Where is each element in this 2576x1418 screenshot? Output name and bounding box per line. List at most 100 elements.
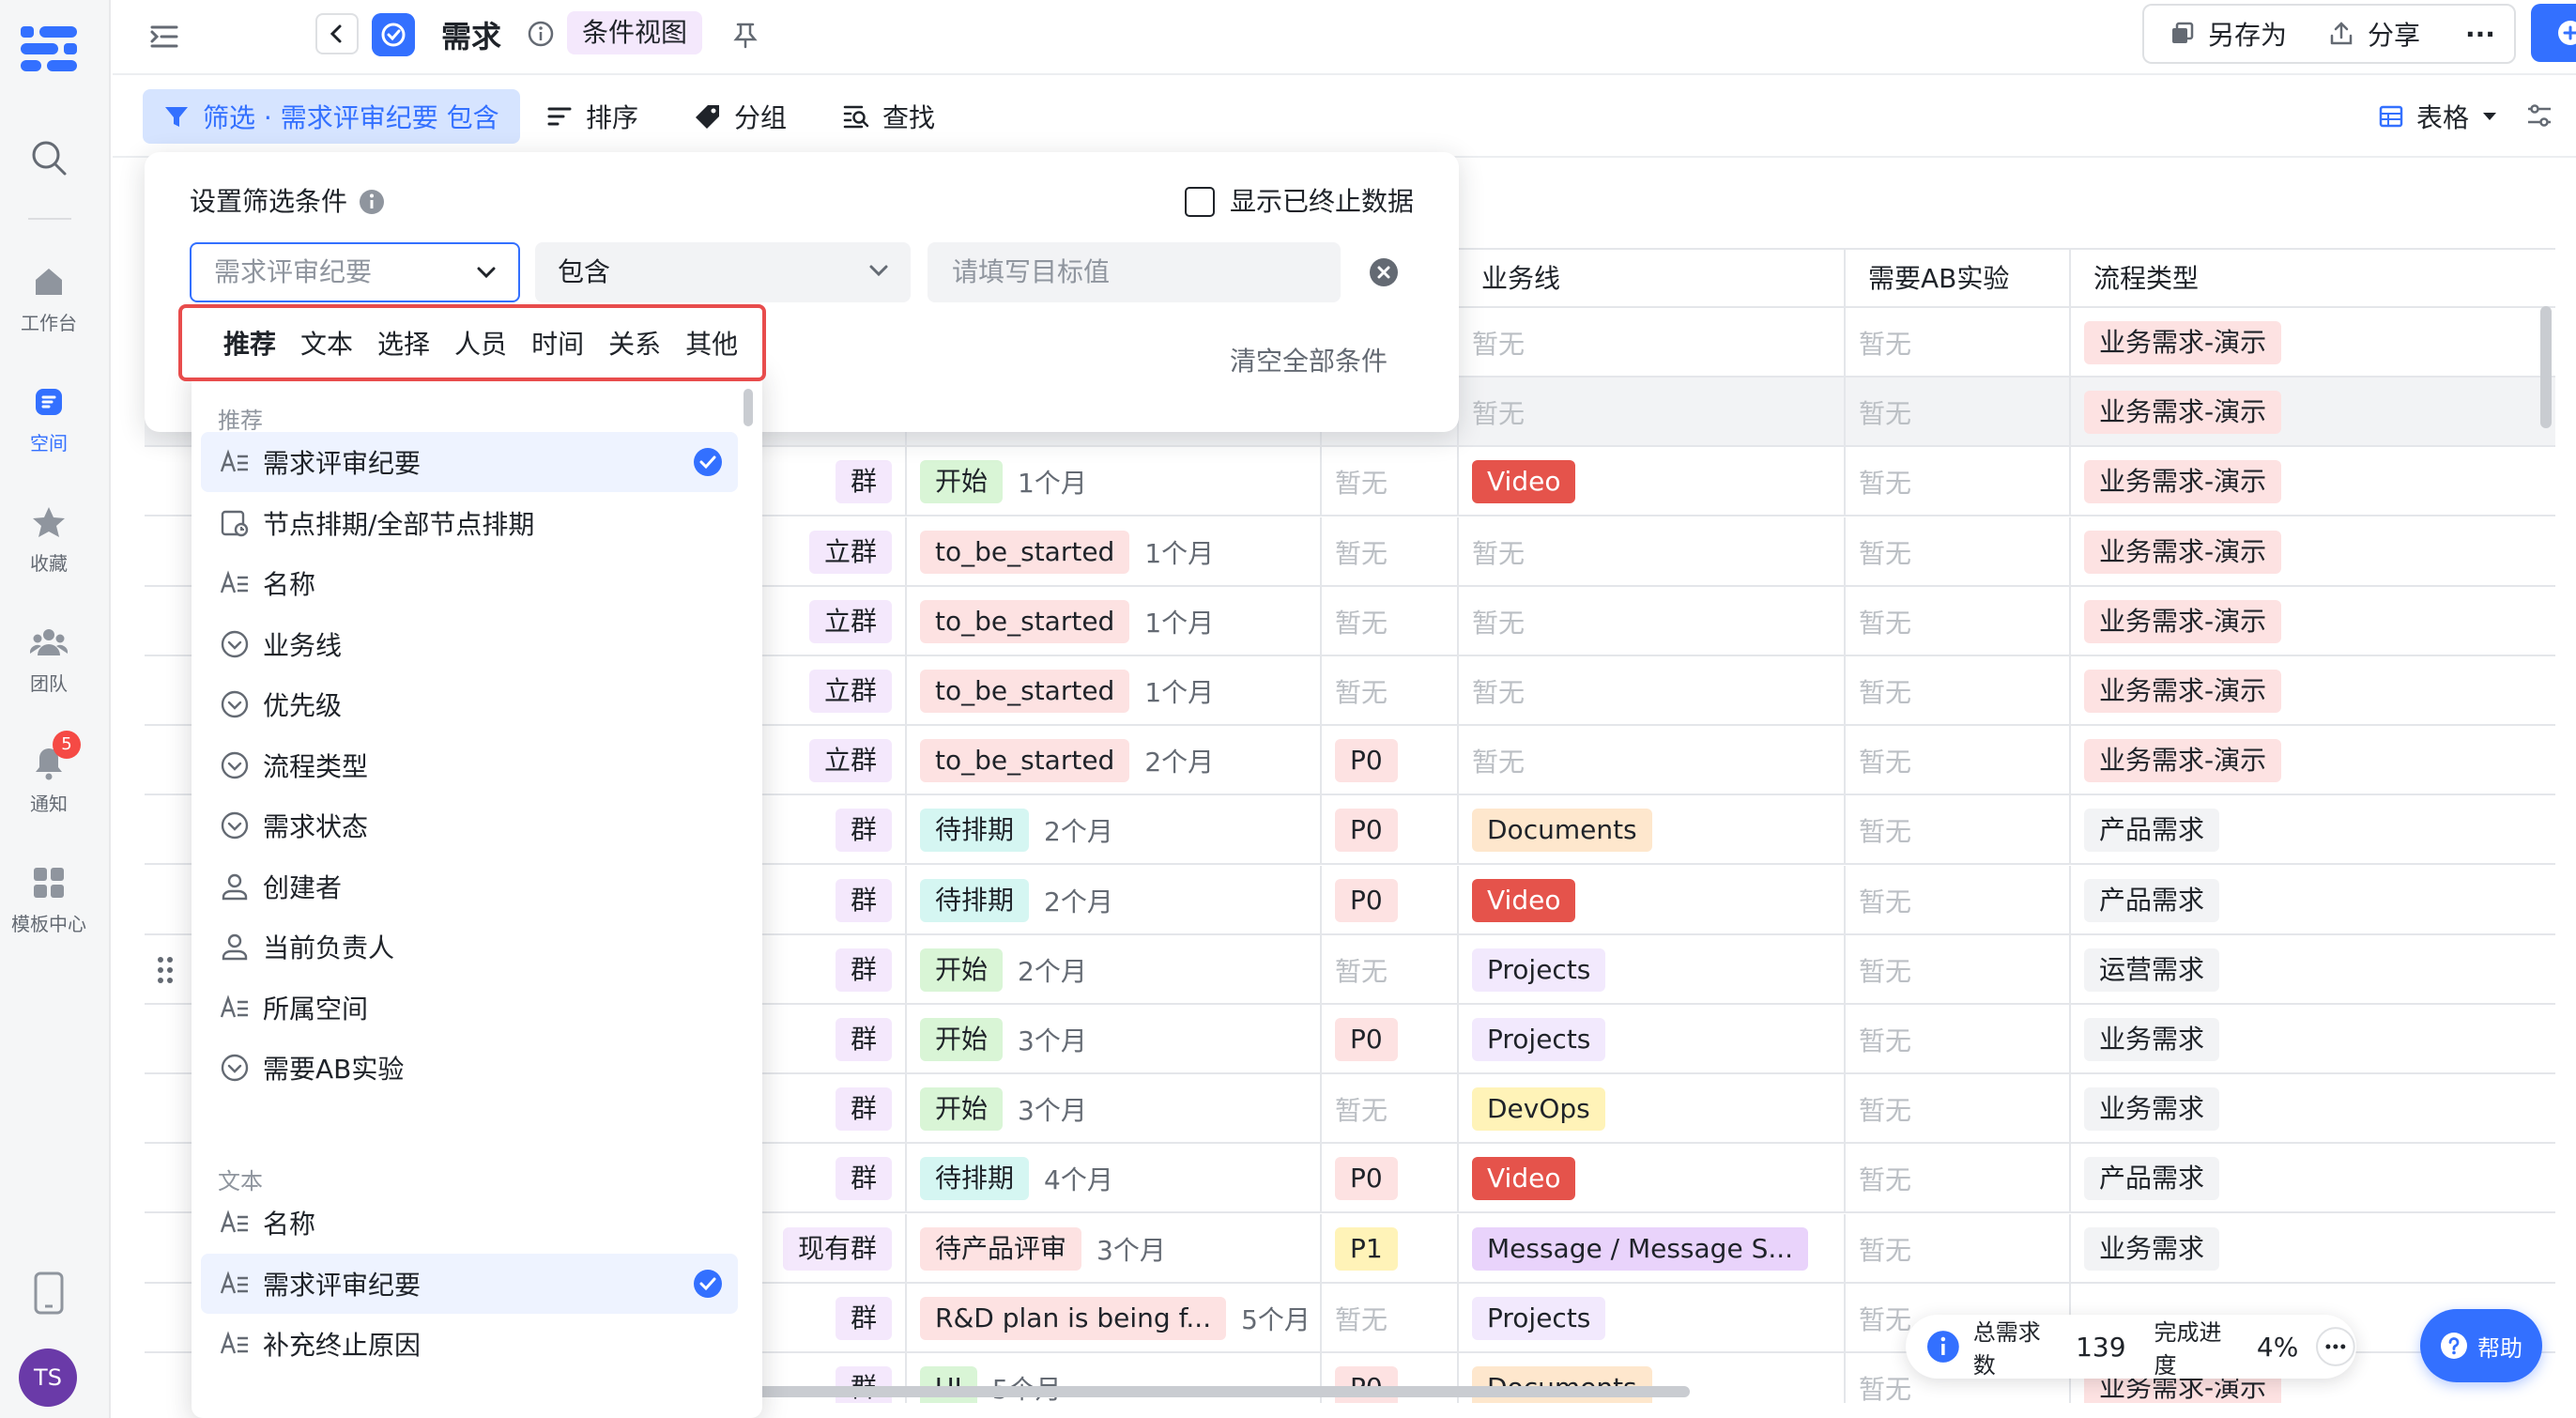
- column-header-flow-type[interactable]: 流程类型: [2071, 250, 2555, 308]
- view-mode-selector[interactable]: 表格: [2379, 89, 2497, 144]
- table-cell[interactable]: 暂无: [1322, 934, 1459, 1005]
- sidebar-toggle-icon[interactable]: [148, 21, 180, 53]
- table-cell[interactable]: 业务需求-演示: [2071, 656, 2555, 726]
- remove-condition-icon[interactable]: [1369, 257, 1399, 287]
- table-cell[interactable]: to_be_started 1个月: [907, 586, 1322, 656]
- table-cell[interactable]: 业务需求-演示: [2071, 378, 2555, 447]
- field-option[interactable]: 需求评审纪要: [201, 432, 738, 492]
- mobile-icon[interactable]: [32, 1272, 66, 1315]
- table-cell[interactable]: 暂无: [1846, 726, 2071, 796]
- rail-item-team[interactable]: 团队: [0, 624, 98, 696]
- table-cell[interactable]: 运营需求: [2071, 935, 2555, 1005]
- tab-text[interactable]: 文本: [300, 324, 353, 362]
- target-value-input[interactable]: 请填写目标值: [928, 242, 1341, 302]
- table-cell[interactable]: 业务需求-演示: [2071, 308, 2555, 378]
- drag-handle-icon[interactable]: [154, 954, 176, 986]
- table-cell[interactable]: 暂无: [1322, 586, 1459, 656]
- table-cell[interactable]: P0: [1322, 1144, 1459, 1214]
- table-cell[interactable]: to_be_started 1个月: [907, 516, 1322, 587]
- field-select[interactable]: 需求评审纪要: [190, 242, 520, 302]
- tab-other[interactable]: 其他: [685, 324, 738, 362]
- table-cell[interactable]: 待产品评审 3个月: [907, 1213, 1322, 1284]
- table-cell[interactable]: 暂无: [1459, 308, 1846, 378]
- help-button[interactable]: 帮助: [2420, 1309, 2542, 1382]
- rail-item-favorites[interactable]: 收藏: [0, 503, 98, 576]
- rail-item-notifications[interactable]: 5 通知: [0, 731, 98, 816]
- table-cell[interactable]: P1: [1322, 1213, 1459, 1284]
- table-cell[interactable]: P0: [1322, 795, 1459, 866]
- table-cell[interactable]: Message / Message S...: [1459, 1213, 1846, 1284]
- table-cell[interactable]: 开始 2个月: [907, 934, 1322, 1005]
- table-cell[interactable]: P0: [1322, 726, 1459, 796]
- group-button[interactable]: 分组: [695, 89, 787, 144]
- table-cell[interactable]: 暂无: [1846, 934, 2071, 1005]
- table-cell[interactable]: 暂无: [1459, 378, 1846, 448]
- table-cell[interactable]: 暂无: [1459, 586, 1846, 656]
- table-cell[interactable]: 开始 3个月: [907, 1074, 1322, 1145]
- table-cell[interactable]: to_be_started 2个月: [907, 726, 1322, 796]
- field-option[interactable]: 创建者: [201, 856, 738, 917]
- search-icon[interactable]: [30, 139, 68, 177]
- table-cell[interactable]: 暂无: [1846, 1005, 2071, 1074]
- table-cell[interactable]: 暂无: [1846, 516, 2071, 587]
- table-cell[interactable]: Documents: [1459, 795, 1846, 866]
- column-header-business-line[interactable]: 业务线: [1459, 250, 1846, 308]
- table-cell[interactable]: Projects: [1459, 934, 1846, 1005]
- show-terminated-checkbox[interactable]: [1184, 187, 1215, 217]
- table-cell[interactable]: 暂无: [1322, 1283, 1459, 1353]
- table-cell[interactable]: 业务需求-演示: [2071, 587, 2555, 656]
- back-button[interactable]: [315, 13, 359, 54]
- table-cell[interactable]: 业务需求-演示: [2071, 517, 2555, 587]
- new-button[interactable]: 新建: [2531, 4, 2576, 62]
- table-cell[interactable]: 暂无: [1846, 308, 2071, 378]
- field-option[interactable]: 所属空间: [201, 978, 738, 1038]
- more-icon[interactable]: [2315, 1326, 2356, 1367]
- tab-recommended[interactable]: 推荐: [223, 324, 276, 362]
- table-cell[interactable]: 暂无: [1322, 656, 1459, 726]
- field-option[interactable]: 需求状态: [201, 795, 738, 855]
- save-as-button[interactable]: 另存为: [2169, 6, 2287, 62]
- table-cell[interactable]: Video: [1459, 447, 1846, 517]
- table-cell[interactable]: 待排期 2个月: [907, 865, 1322, 935]
- find-button[interactable]: 查找: [843, 89, 935, 144]
- table-cell[interactable]: DevOps: [1459, 1074, 1846, 1145]
- field-option[interactable]: 优先级: [201, 674, 738, 734]
- table-cell[interactable]: P0: [1322, 1005, 1459, 1074]
- table-cell[interactable]: 业务需求-演示: [2071, 447, 2555, 516]
- field-option[interactable]: 当前负责人: [201, 917, 738, 977]
- view-settings-icon[interactable]: [2525, 101, 2553, 130]
- field-option[interactable]: 名称: [201, 1193, 738, 1253]
- filter-chip[interactable]: 筛选 · 需求评审纪要 包含: [143, 89, 520, 144]
- field-option[interactable]: 节点排期/全部节点排期: [201, 493, 738, 553]
- table-cell[interactable]: 暂无: [1846, 378, 2071, 448]
- field-option[interactable]: 需求评审纪要: [201, 1253, 738, 1314]
- rail-item-space[interactable]: 空间: [0, 383, 98, 455]
- table-cell[interactable]: Video: [1459, 865, 1846, 935]
- table-cell[interactable]: 业务需求-演示: [2071, 726, 2555, 795]
- tab-relation[interactable]: 关系: [608, 324, 661, 362]
- table-cell[interactable]: 暂无: [1846, 1213, 2071, 1284]
- info-icon[interactable]: [359, 189, 385, 215]
- tab-select[interactable]: 选择: [377, 324, 430, 362]
- dropdown-scrollbar[interactable]: [744, 389, 753, 426]
- table-cell[interactable]: 待排期 2个月: [907, 795, 1322, 866]
- table-cell[interactable]: 暂无: [1459, 656, 1846, 726]
- table-cell[interactable]: 产品需求: [2071, 795, 2555, 865]
- table-cell[interactable]: 开始 1个月: [907, 447, 1322, 517]
- table-cell[interactable]: 暂无: [1322, 1074, 1459, 1145]
- rail-item-templates[interactable]: 模板中心: [0, 864, 98, 936]
- tab-person[interactable]: 人员: [454, 324, 507, 362]
- pin-icon[interactable]: [732, 21, 759, 49]
- share-button[interactable]: 分享: [2328, 6, 2420, 62]
- horizontal-scrollbar[interactable]: [601, 1386, 1690, 1397]
- field-option[interactable]: 业务线: [201, 614, 738, 674]
- show-terminated-toggle[interactable]: 显示已终止数据: [1184, 180, 1414, 223]
- table-cell[interactable]: 暂无: [1846, 447, 2071, 517]
- table-cell[interactable]: 暂无: [1846, 795, 2071, 866]
- tab-time[interactable]: 时间: [531, 324, 584, 362]
- table-cell[interactable]: 待排期 4个月: [907, 1144, 1322, 1214]
- table-cell[interactable]: 产品需求: [2071, 866, 2555, 935]
- app-logo-icon[interactable]: [19, 24, 79, 73]
- table-cell[interactable]: 暂无: [1459, 726, 1846, 796]
- table-cell[interactable]: 产品需求: [2071, 1144, 2555, 1213]
